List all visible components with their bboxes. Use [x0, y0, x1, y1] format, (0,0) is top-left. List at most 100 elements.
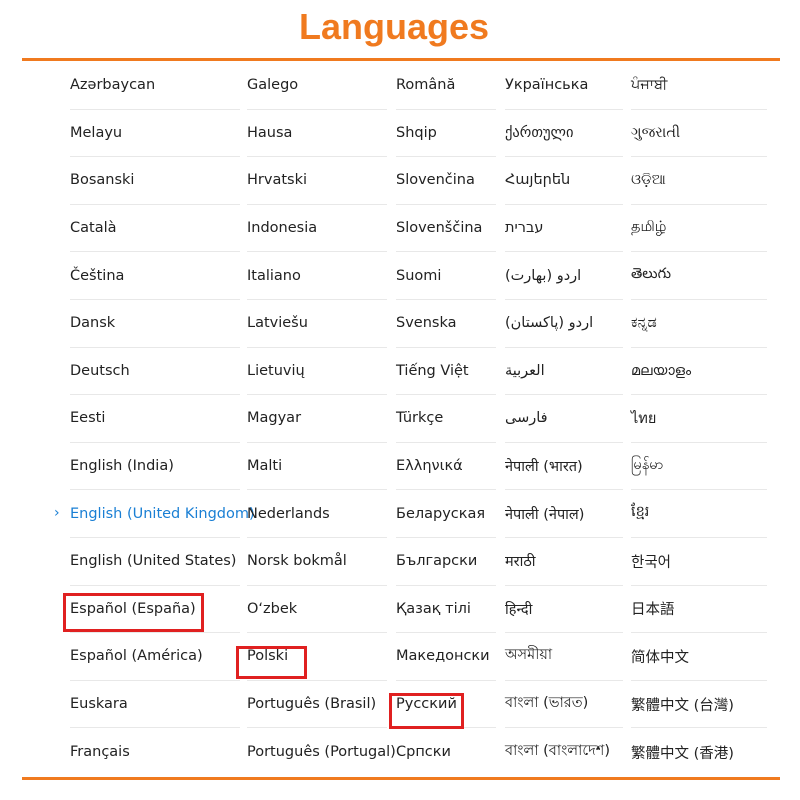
language-item[interactable]: Ελληνικά	[396, 443, 496, 491]
language-item[interactable]: 한국어	[631, 538, 767, 586]
language-label: اردو (بھارت)	[505, 267, 582, 284]
language-item[interactable]: 繁體中文 (香港)	[631, 728, 767, 776]
language-item[interactable]: فارسی	[505, 395, 623, 443]
language-item[interactable]: Հայերեն	[505, 157, 623, 205]
language-item[interactable]: Hrvatski	[247, 157, 387, 205]
language-column-3: Română Shqip Slovenčina Slovenščina Suom…	[396, 62, 496, 776]
language-item[interactable]: Čeština	[70, 252, 240, 300]
language-label: العربية	[505, 362, 545, 379]
language-label: Lietuvių	[247, 362, 305, 379]
language-item[interactable]: Suomi	[396, 252, 496, 300]
language-label: Hrvatski	[247, 172, 307, 189]
language-item[interactable]: Català	[70, 205, 240, 253]
language-item[interactable]: Nederlands	[247, 490, 387, 538]
language-label: ไทย	[631, 410, 657, 427]
language-label: ਪੰਜਾਬੀ	[631, 77, 668, 94]
language-item[interactable]: ไทย	[631, 395, 767, 443]
language-label: English (United Kingdom)	[70, 505, 255, 522]
language-item[interactable]: తెలుగు	[631, 252, 767, 300]
language-item[interactable]: Беларуская	[396, 490, 496, 538]
language-item[interactable]: English (India)	[70, 443, 240, 491]
language-label: हिन्दी	[505, 601, 533, 618]
language-item[interactable]: ਪੰਜਾਬੀ	[631, 62, 767, 110]
language-item[interactable]: Slovenčina	[396, 157, 496, 205]
language-item[interactable]: Svenska	[396, 300, 496, 348]
language-item[interactable]: Українська	[505, 62, 623, 110]
language-item[interactable]: Dansk	[70, 300, 240, 348]
language-item[interactable]: Deutsch	[70, 348, 240, 396]
language-label: Català	[70, 220, 117, 237]
language-item[interactable]: Slovenščina	[396, 205, 496, 253]
language-item[interactable]: 简体中文	[631, 633, 767, 681]
language-item[interactable]: Azərbaycan	[70, 62, 240, 110]
language-item[interactable]: Македонски	[396, 633, 496, 681]
language-item[interactable]: Norsk bokmål	[247, 538, 387, 586]
language-item[interactable]: Polski	[247, 633, 387, 681]
language-item[interactable]: বাংলা (ভারত)	[505, 681, 623, 729]
language-item[interactable]: 繁體中文 (台灣)	[631, 681, 767, 729]
language-label: മലയാളം	[631, 362, 692, 379]
language-label: Português (Portugal)	[247, 744, 396, 761]
language-item[interactable]: Melayu	[70, 110, 240, 158]
language-item[interactable]: Shqip	[396, 110, 496, 158]
language-label: 繁體中文 (香港)	[631, 745, 734, 762]
language-item[interactable]: Galego	[247, 62, 387, 110]
language-item[interactable]: Қазақ тілі	[396, 586, 496, 634]
language-item[interactable]: ქართული	[505, 110, 623, 158]
language-item[interactable]: Tiếng Việt	[396, 348, 496, 396]
language-item[interactable]: မြန်မာ	[631, 443, 767, 491]
language-item[interactable]: ଓଡ଼ିଆ	[631, 157, 767, 205]
language-item[interactable]: Malti	[247, 443, 387, 491]
language-item[interactable]: 日本語	[631, 586, 767, 634]
language-item[interactable]: Português (Brasil)	[247, 681, 387, 729]
language-item[interactable]: नेपाली (भारत)	[505, 443, 623, 491]
language-item[interactable]: नेपाली (नेपाल)	[505, 490, 623, 538]
language-label: Magyar	[247, 410, 302, 427]
language-item[interactable]: العربية	[505, 348, 623, 396]
language-column-1: Azərbaycan Melayu Bosanski Català Češtin…	[54, 62, 255, 776]
language-item[interactable]: Español (España)	[70, 586, 240, 634]
language-item[interactable]: മലയാളം	[631, 348, 767, 396]
language-item[interactable]: বাংলা (বাংলাদেশ)	[505, 728, 623, 776]
language-item[interactable]: English (United States)	[70, 538, 240, 586]
language-item[interactable]: हिन्दी	[505, 586, 623, 634]
language-label: ગુજરાતી	[631, 124, 681, 141]
page-title: Languages	[298, 6, 490, 47]
language-label: ខ្មែរ	[631, 504, 650, 521]
language-item[interactable]: اردو (پاکستان)	[505, 300, 623, 348]
language-item[interactable]: Српски	[396, 728, 496, 776]
language-label: Tiếng Việt	[396, 362, 469, 379]
language-item[interactable]: Eesti	[70, 395, 240, 443]
language-item[interactable]: Lietuvių	[247, 348, 387, 396]
language-item[interactable]: עברית	[505, 205, 623, 253]
language-item[interactable]: Euskara	[70, 681, 240, 729]
language-item[interactable]: Português (Portugal)	[247, 728, 396, 776]
language-item[interactable]: ગુજરાતી	[631, 110, 767, 158]
language-item[interactable]: Türkçe	[396, 395, 496, 443]
language-item[interactable]: ខ្មែរ	[631, 490, 767, 538]
language-item[interactable]: Français	[70, 728, 240, 776]
language-item[interactable]: O‘zbek	[247, 586, 387, 634]
language-item[interactable]: मराठी	[505, 538, 623, 586]
language-item[interactable]: اردو (بھارت)	[505, 252, 623, 300]
language-item[interactable]: Русский	[396, 681, 496, 729]
language-item[interactable]: Italiano	[247, 252, 387, 300]
language-item[interactable]: Magyar	[247, 395, 387, 443]
chevron-right-icon: ›	[54, 504, 60, 521]
language-item[interactable]: Български	[396, 538, 496, 586]
language-item[interactable]: অসমীয়া	[505, 633, 623, 681]
language-label: Español (España)	[70, 600, 196, 617]
language-item[interactable]: Español (América)	[70, 633, 240, 681]
language-item[interactable]: Latviešu	[247, 300, 387, 348]
language-item[interactable]: Bosanski	[70, 157, 240, 205]
language-item[interactable]: Hausa	[247, 110, 387, 158]
language-item-selected[interactable]: › English (United Kingdom)	[54, 490, 255, 538]
language-label: ଓଡ଼ିଆ	[631, 172, 666, 189]
language-label: 日本語	[631, 602, 675, 619]
language-item[interactable]: தமிழ்	[631, 205, 767, 253]
language-item[interactable]: Indonesia	[247, 205, 387, 253]
language-label: עברית	[505, 220, 544, 237]
language-label: Indonesia	[247, 220, 318, 237]
language-item[interactable]: Română	[396, 62, 496, 110]
language-item[interactable]: ಕನ್ನಡ	[631, 300, 767, 348]
